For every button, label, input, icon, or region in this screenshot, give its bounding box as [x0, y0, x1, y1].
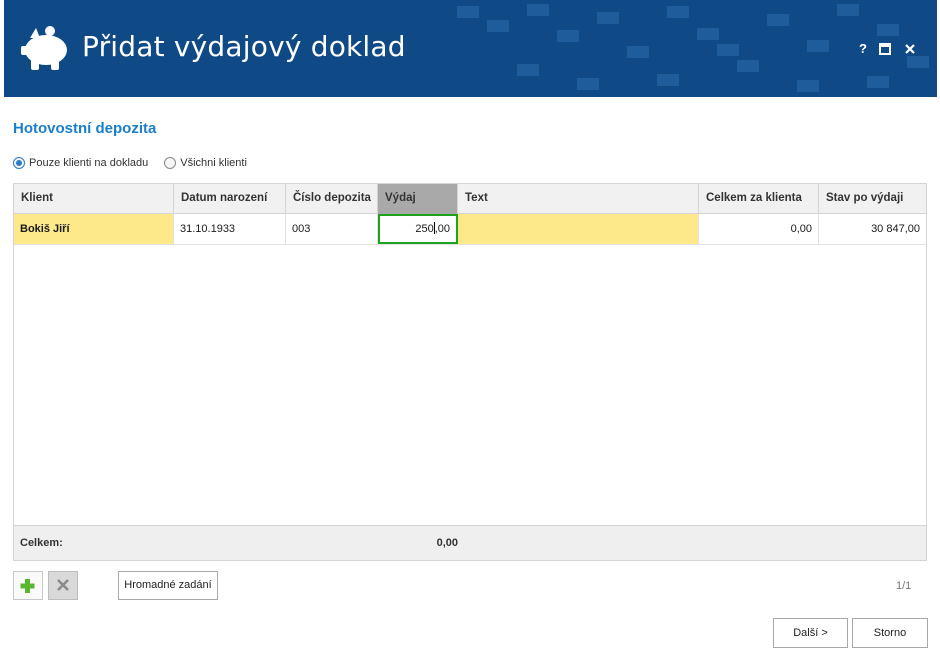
close-button[interactable]	[901, 40, 919, 58]
client-filter: Pouze klienti na dokladu Všichni klienti	[13, 157, 263, 169]
help-button[interactable]: ?	[854, 40, 872, 58]
deposits-table: Klient Datum narození Číslo depozita Výd…	[13, 183, 927, 561]
column-header-vydaj[interactable]: Výdaj	[378, 184, 458, 214]
cancel-button[interactable]: Storno	[852, 618, 928, 648]
radio-unselected-icon	[164, 157, 177, 169]
vydaj-value-integer: 250	[415, 223, 434, 235]
table-row[interactable]: Bokiš Jiří 31.10.1933 003 250,00 0,00 30…	[14, 214, 926, 245]
delete-row-button[interactable]	[48, 571, 78, 600]
bulk-entry-button[interactable]: Hromadné zadání	[118, 571, 218, 600]
help-icon: ?	[859, 41, 867, 56]
add-row-button[interactable]	[13, 571, 43, 600]
cell-stav[interactable]: 30 847,00	[819, 214, 926, 244]
cell-cislo[interactable]: 003	[286, 214, 378, 244]
column-header-klient[interactable]: Klient	[14, 184, 174, 214]
cell-celkem[interactable]: 0,00	[699, 214, 819, 244]
x-icon	[57, 579, 69, 591]
piggy-bank-icon	[21, 26, 67, 70]
footer-total-label: Celkem:	[20, 537, 63, 549]
vydaj-value-decimal: ,00	[434, 223, 450, 235]
cell-datum[interactable]: 31.10.1933	[174, 214, 286, 244]
column-header-celkem[interactable]: Celkem za klienta	[699, 184, 819, 214]
next-button[interactable]: Další >	[773, 618, 848, 648]
window-title: Přidat výdajový doklad	[82, 30, 406, 63]
page-indicator: 1/1	[896, 580, 912, 592]
column-header-stav[interactable]: Stav po výdaji	[819, 184, 926, 214]
plus-icon	[20, 579, 35, 593]
column-header-text[interactable]: Text	[458, 184, 699, 214]
radio-selected-icon	[13, 157, 25, 169]
column-header-cislo[interactable]: Číslo depozita	[286, 184, 378, 214]
cell-text[interactable]	[458, 214, 699, 244]
column-header-datum[interactable]: Datum narození	[174, 184, 286, 214]
close-icon	[905, 44, 915, 54]
radio-label: Pouze klienti na dokladu	[29, 157, 149, 169]
vydaj-input[interactable]: 250,00	[378, 214, 458, 244]
section-title: Hotovostní depozita	[13, 120, 157, 137]
maximize-icon	[879, 43, 891, 55]
table-footer: Celkem: 0,00	[14, 525, 926, 560]
radio-label: Všichni klienti	[180, 157, 247, 169]
table-header: Klient Datum narození Číslo depozita Výd…	[14, 184, 926, 214]
cell-klient[interactable]: Bokiš Jiří	[14, 214, 174, 244]
title-bar: Přidat výdajový doklad ?	[4, 0, 937, 97]
radio-all-clients[interactable]: Všichni klienti	[164, 157, 247, 169]
footer-vydaj-total: 0,00	[436, 537, 458, 549]
radio-clients-on-document[interactable]: Pouze klienti na dokladu	[13, 157, 148, 169]
maximize-button[interactable]	[876, 40, 894, 58]
